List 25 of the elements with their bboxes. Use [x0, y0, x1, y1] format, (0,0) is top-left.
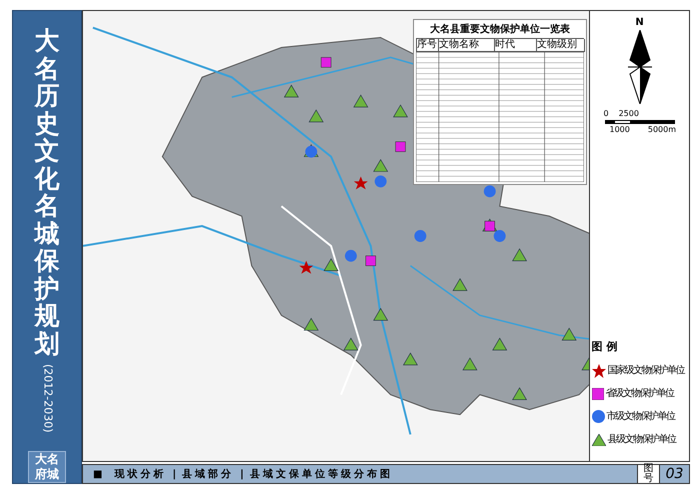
table-title: 大名县重要文物保护单位一览表 — [429, 22, 571, 37]
figure-number: 03 — [659, 465, 689, 483]
logo-text: 大名 — [35, 452, 59, 467]
logo-text: 府城 — [35, 467, 59, 482]
footer-section: 县域部分 — [182, 466, 234, 482]
footer-separator: | — [172, 468, 176, 482]
footer-separator: | — [240, 468, 244, 482]
legend-label: 县级文物保护单位 — [608, 432, 676, 447]
legend-label: 国家级文物保护单位 — [608, 364, 684, 378]
footer-section: 县域文保单位等级分布图 — [250, 466, 393, 482]
scale-label: 2500 — [618, 108, 639, 120]
scale-label: 5000m — [648, 124, 676, 136]
scale-label: 1000 — [610, 124, 630, 136]
legend-label: 市级文物保护单位 — [606, 410, 674, 424]
vertical-title: 大名历史文化名城保护规划 — [34, 27, 60, 357]
legend-label: 省级文物保护单位 — [606, 386, 674, 401]
compass-icon — [626, 30, 654, 104]
footer-section: 现状分析 — [114, 466, 166, 482]
legend-title: 图 例 — [592, 338, 618, 354]
figure-number-label: 图号 — [644, 464, 654, 484]
north-label: N — [635, 16, 644, 30]
scale-bar-icon — [604, 120, 674, 124]
year-range: (2012-2030) — [40, 364, 56, 432]
footer-bullet: ■ — [93, 468, 102, 482]
scale-label: 0 — [604, 108, 609, 120]
